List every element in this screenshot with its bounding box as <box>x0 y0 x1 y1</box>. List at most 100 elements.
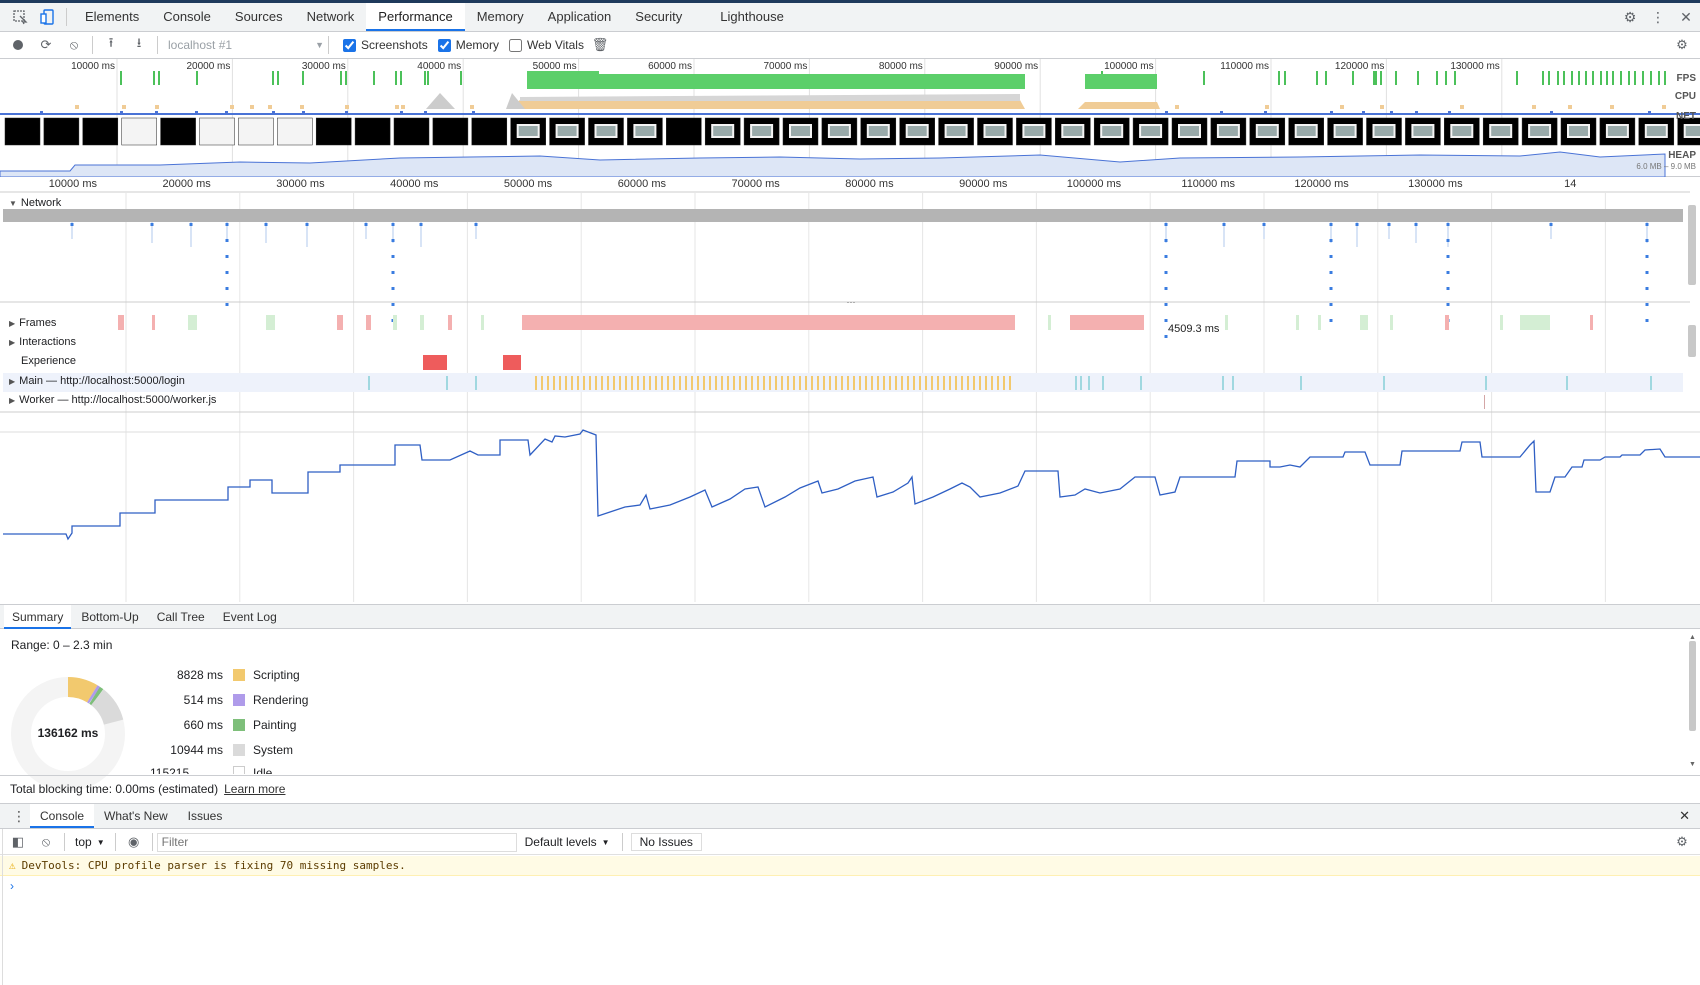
console-settings-icon[interactable]: ⚙ <box>1668 829 1696 855</box>
tab-performance[interactable]: Performance <box>366 3 465 31</box>
thumbnail-content <box>829 126 849 136</box>
main-thread-task <box>619 376 621 390</box>
track-frames[interactable]: ▶ Frames <box>0 313 56 333</box>
main-thread-task <box>661 376 663 390</box>
network-track-header[interactable]: ▼ Network <box>0 193 61 213</box>
summary-scrollbar[interactable]: ▲ ▼ <box>1688 634 1697 768</box>
screenshot-thumbnail <box>121 117 157 146</box>
capture-settings-icon[interactable]: ⚙ <box>1668 32 1696 58</box>
screenshot-thumbnail <box>315 117 352 146</box>
main-thread-task <box>643 376 645 390</box>
fps-bar <box>1600 71 1602 85</box>
net-blip <box>1390 111 1393 114</box>
summary-scroll-thumb[interactable] <box>1689 641 1696 731</box>
tab-elements[interactable]: Elements <box>73 3 151 31</box>
cpu-area <box>1078 102 1160 109</box>
tab-sources[interactable]: Sources <box>223 3 295 31</box>
screenshots-checkbox-input[interactable] <box>343 38 356 52</box>
frame-duration-label: 4509.3 ms <box>1168 323 1220 335</box>
main-thread-task <box>913 376 915 390</box>
save-profile-icon[interactable]: ⭳ <box>125 32 153 58</box>
network-request-dot <box>305 223 309 226</box>
memory-checkbox[interactable]: Memory <box>437 38 499 52</box>
console-prompt[interactable]: › <box>0 877 1700 985</box>
console-filter-input[interactable] <box>156 832 517 852</box>
network-request-dot <box>419 223 423 226</box>
network-request-dot <box>225 239 229 242</box>
network-request-dot <box>150 223 154 226</box>
overview-tick-label: 30000 ms <box>301 61 346 72</box>
recording-select[interactable]: localhost #1 ▼ <box>162 35 324 55</box>
network-request-dot <box>391 223 395 226</box>
details-tab-event-log[interactable]: Event Log <box>215 605 285 629</box>
fps-bar <box>120 71 122 85</box>
expand-triangle-icon[interactable]: ▶ <box>9 338 15 347</box>
main-thread-task <box>703 376 705 390</box>
track-worker[interactable]: ▶ Worker — http://localhost:5000/worker.j… <box>0 390 216 410</box>
more-options-icon[interactable]: ⋮ <box>1644 3 1672 31</box>
learn-more-link[interactable]: Learn more <box>224 782 285 796</box>
track-label: Experience <box>21 355 77 367</box>
network-request-dot <box>1414 223 1418 226</box>
expand-triangle-icon[interactable]: ▶ <box>9 319 15 328</box>
track-interactions[interactable]: ▶ Interactions <box>0 332 76 352</box>
record-icon[interactable] <box>4 32 32 58</box>
prompt-chevron-icon: › <box>10 879 14 893</box>
tab-network[interactable]: Network <box>295 3 367 31</box>
screenshot-thumbnail <box>238 117 274 146</box>
tab-security[interactable]: Security <box>623 3 694 31</box>
screenshots-checkbox[interactable]: Screenshots <box>343 38 428 52</box>
settings-gear-icon[interactable]: ⚙ <box>1616 3 1644 31</box>
tab-application[interactable]: Application <box>536 3 624 31</box>
timeline-tick-label: 14 <box>1564 178 1577 190</box>
main-thread-task <box>799 376 801 390</box>
memory-checkbox-input[interactable] <box>437 38 451 52</box>
issues-button[interactable]: No Issues <box>630 833 702 851</box>
clear-console-icon[interactable]: ⦸ <box>32 829 60 855</box>
fps-bar <box>427 71 429 85</box>
device-toolbar-icon[interactable] <box>34 3 62 31</box>
tab-memory[interactable]: Memory <box>465 3 536 31</box>
drawer-tab-issues[interactable]: Issues <box>178 804 233 828</box>
console-toolbar: ◧ ⦸ top ▼ ◉ Default levels ▼ No Issues ⚙ <box>0 830 1700 855</box>
load-profile-icon[interactable]: ⭱ <box>97 32 125 58</box>
network-request-dot <box>1446 303 1450 306</box>
details-tab-summary[interactable]: Summary <box>4 604 72 629</box>
web-vitals-checkbox-input[interactable] <box>509 38 523 52</box>
web-vitals-checkbox[interactable]: Web Vitals <box>509 38 584 52</box>
timeline-tick-label: 20000 ms <box>162 178 211 190</box>
scroll-up-arrow-icon[interactable]: ▲ <box>1688 634 1697 641</box>
tab-console[interactable]: Console <box>151 3 223 31</box>
cpu-blip <box>1460 105 1464 109</box>
timeline-flamechart[interactable]: ··· 10000 ms 20000 ms 30000 ms 40000 ms 5000… <box>0 177 1700 629</box>
warning-text: DevTools: CPU profile parser is fixing 7… <box>21 859 406 872</box>
tab-lighthouse[interactable]: Lighthouse <box>708 3 796 31</box>
context-select[interactable]: top ▼ <box>69 835 111 849</box>
expand-triangle-icon[interactable]: ▶ <box>9 396 15 405</box>
drawer-tab-console[interactable]: Console <box>30 804 95 828</box>
drawer-menu-icon[interactable]: ⋮ <box>8 808 30 825</box>
close-drawer-icon[interactable]: ✕ <box>1679 808 1690 824</box>
scroll-down-arrow-icon[interactable]: ▼ <box>1688 761 1697 768</box>
fps-bar <box>1203 71 1205 85</box>
track-experience[interactable]: Experience <box>0 351 76 371</box>
clear-icon[interactable]: ⦸ <box>60 32 88 58</box>
reload-record-icon[interactable]: ⟳ <box>32 32 60 58</box>
drawer-tab-what-s-new[interactable]: What's New <box>94 804 178 828</box>
close-devtools-icon[interactable]: ✕ <box>1672 3 1700 31</box>
details-tab-bottom-up[interactable]: Bottom-Up <box>73 605 146 629</box>
live-expression-eye-icon[interactable]: ◉ <box>120 829 148 855</box>
frame-block <box>152 315 155 330</box>
expand-triangle-icon[interactable]: ▶ <box>9 377 15 386</box>
net-label: NET <box>1676 111 1696 122</box>
inspect-element-icon[interactable] <box>6 3 34 31</box>
trash-icon[interactable]: 🗑 <box>586 32 614 58</box>
track-main[interactable]: ▶ Main — http://localhost:5000/login <box>0 371 185 391</box>
fps-bar <box>272 71 274 85</box>
log-levels-select[interactable]: Default levels ▼ <box>517 835 618 849</box>
summary-row-value: 8828 ms <box>176 668 223 682</box>
timeline-overview[interactable]: 10000 ms 20000 ms 30000 ms 40000 ms 50000 ms… <box>0 59 1700 177</box>
show-sidebar-icon[interactable]: ◧ <box>4 829 32 855</box>
details-tab-call-tree[interactable]: Call Tree <box>149 605 213 629</box>
summary-row-label: Idle <box>253 766 273 774</box>
